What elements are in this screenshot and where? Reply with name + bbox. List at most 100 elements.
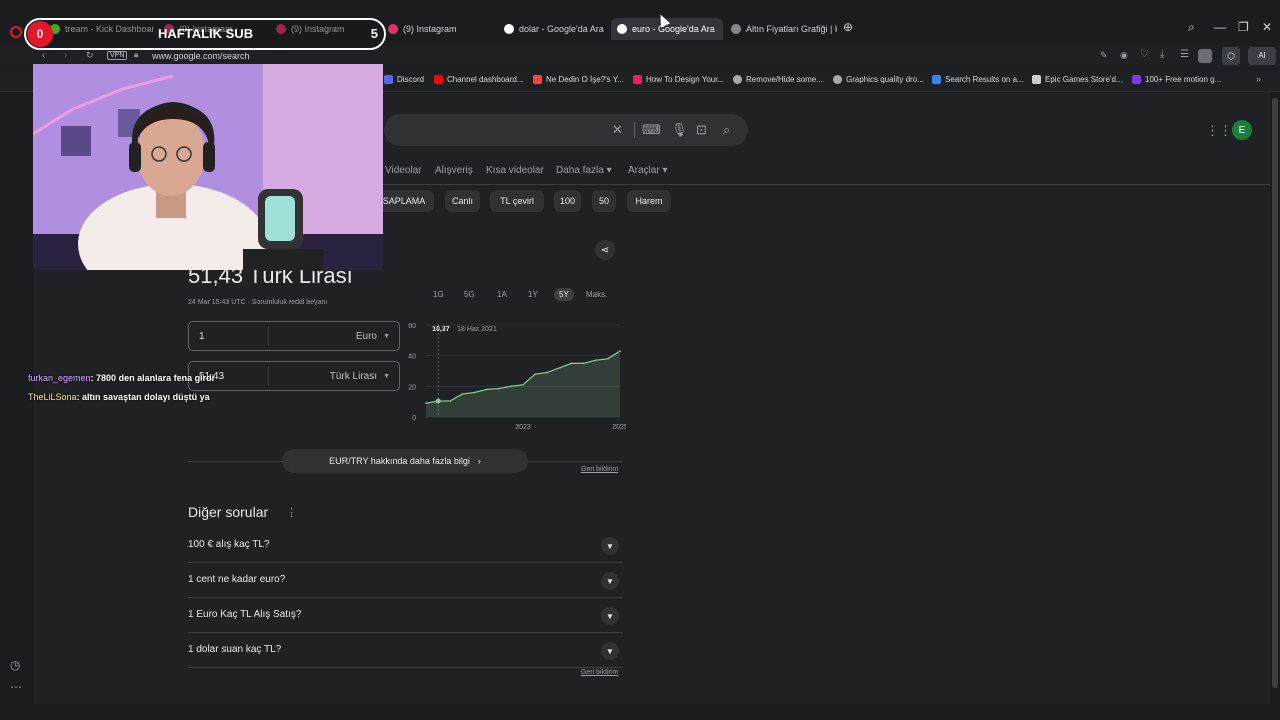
google-icon (617, 24, 627, 34)
chip-canli[interactable]: Canlı (445, 190, 480, 212)
page-scrollbar[interactable] (1270, 92, 1280, 704)
paa-item[interactable]: 100 € alış kaç TL? ▼ (188, 528, 623, 563)
chevron-down-icon: ▼ (601, 572, 619, 590)
range-5y[interactable]: 5Y (554, 288, 574, 301)
lens-icon[interactable]: ⊡ (696, 122, 707, 138)
nav-tools[interactable]: Araçlar ▾ (628, 165, 667, 176)
chevron-right-icon: › (477, 456, 481, 466)
chart-point (546, 371, 549, 374)
chip-harem[interactable]: Harem (627, 190, 671, 212)
site-favicon-icon (731, 24, 741, 34)
chip-tl-cevir[interactable]: TL çevirl (490, 190, 544, 212)
youtube-icon (434, 75, 443, 84)
tab-dolar-search[interactable]: dolar - Google'da Ara (498, 18, 608, 40)
more-icon[interactable]: ⋯ (10, 680, 22, 694)
chart-point (461, 393, 464, 395)
feedback-link[interactable]: Geri bildirim (581, 669, 618, 676)
paa-item[interactable]: 1 Euro Kaç TL Alış Satış? ▼ (188, 598, 623, 633)
range-1m[interactable]: 1A (492, 288, 512, 301)
vpn-badge[interactable]: VPN (107, 51, 128, 60)
reload-icon[interactable]: ↻ (86, 50, 94, 61)
heart-icon[interactable]: ♡ (1140, 49, 1149, 60)
chart-point (534, 373, 536, 375)
sub-goal: 5 (370, 26, 378, 41)
edit-icon[interactable]: ✎ (1100, 50, 1108, 61)
bookmark-free-motion[interactable]: 100+ Free motion g... (1132, 75, 1221, 84)
chart-y-tick-label: 60 (408, 323, 416, 330)
instagram-icon (388, 24, 398, 34)
paa-menu-icon[interactable]: ⋮ (286, 506, 297, 519)
bookmarks-overflow-icon[interactable]: » (1256, 74, 1261, 84)
share-icon[interactable]: ⋖ (595, 240, 615, 260)
paa-item[interactable]: 1 dolar suan kaç TL? ▼ (188, 633, 623, 668)
lock-icon: 🔒︎ (134, 50, 139, 59)
restore-icon[interactable]: ❐ (1238, 20, 1249, 34)
bookmark-graphics-quality[interactable]: Graphics quality dro... (833, 75, 924, 84)
profile-icon[interactable] (1198, 49, 1212, 63)
bookmark-discord[interactable]: Discord (384, 75, 424, 84)
url-field[interactable]: www.google.com/search (152, 51, 250, 61)
microphone-icon[interactable]: 🎙︎ (671, 122, 688, 138)
epic-games-icon (1032, 75, 1041, 84)
chip-50[interactable]: 50 (592, 190, 616, 212)
history-icon[interactable]: ◷ (10, 658, 20, 672)
feedback-link[interactable]: Geri bildirim (581, 466, 618, 473)
paa-item[interactable]: 1 cent ne kadar euro? ▼ (188, 563, 623, 598)
tab-instagram-3[interactable]: (9) Instagram (382, 18, 494, 40)
ai-button[interactable]: AI (1248, 47, 1276, 65)
nav-more[interactable]: Daha fazla ▾ (556, 165, 612, 176)
range-5d[interactable]: 5G (459, 288, 480, 301)
steam-icon (833, 75, 842, 84)
bookmark-search-results[interactable]: Search Results on a... (932, 75, 1024, 84)
to-currency-select[interactable]: Türk Lirası (330, 371, 377, 382)
range-1y[interactable]: 1Y (523, 288, 543, 301)
tab-altin-fiyatlari[interactable]: Altın Fiyatları Grafiği | Han (725, 18, 837, 40)
range-1d[interactable]: 1G (428, 288, 449, 301)
chart-y-tick-label: 20 (408, 384, 416, 391)
bookmark-how-to-design[interactable]: How To Design Your... (633, 75, 724, 84)
menu-icon[interactable]: ☰ (1180, 49, 1189, 60)
clear-search-icon[interactable]: ✕ (612, 122, 623, 138)
forward-icon[interactable]: › (64, 50, 67, 61)
chip-100[interactable]: 100 (554, 190, 581, 212)
search-input[interactable] (384, 114, 748, 146)
bookmark-epic-games[interactable]: Epic Games Store'd... (1032, 75, 1123, 84)
account-avatar[interactable]: E (1232, 120, 1252, 140)
chart-point (619, 350, 621, 352)
close-window-icon[interactable]: ✕ (1262, 20, 1272, 34)
new-tab-icon[interactable]: ⊕ (843, 20, 853, 34)
bookmark-remove-hide[interactable]: Remove/Hide some... (733, 75, 823, 84)
paa-title: Diğer sorular (188, 504, 269, 520)
back-icon[interactable]: ‹ (42, 50, 45, 61)
more-info-button[interactable]: EUR/TRY hakkında daha fazla bilgi › (282, 449, 528, 473)
nav-short-videos[interactable]: Kısa videolar (486, 165, 544, 176)
scroll-thumb[interactable] (1272, 98, 1278, 688)
search-icon[interactable]: ⌕ (723, 122, 730, 138)
from-currency-select[interactable]: Euro (356, 331, 377, 342)
timestamp-disclaimer[interactable]: 24 Mar 15:43 UTC · Sorumluluk reddi beya… (188, 299, 327, 306)
minimize-icon[interactable]: — (1214, 20, 1226, 34)
chat-message: TheLiLSona: altın savaştan dolayı düştü … (28, 392, 210, 402)
eur-try-chart[interactable]: 0 20 40 60 10,37 18 Haz 2021 2023 2025 (400, 317, 626, 437)
chart-y-tick-label: 40 (408, 354, 416, 361)
opera-logo-icon[interactable] (10, 26, 22, 38)
range-max[interactable]: Maks. (581, 288, 612, 301)
bookmark-channel-dashboard[interactable]: Channel dashboard... (434, 75, 524, 84)
steam-icon (733, 75, 742, 84)
nav-shopping[interactable]: Alışveriş (435, 165, 473, 176)
keyboard-icon[interactable]: ⌨ (642, 122, 661, 138)
from-amount-field[interactable]: 1 Euro ▼ (188, 321, 400, 351)
nav-videos[interactable]: Videolar (385, 165, 422, 176)
camera-icon[interactable]: ◉ (1120, 50, 1128, 61)
chart-point (497, 387, 500, 390)
download-icon[interactable]: ⤓ (1160, 49, 1164, 60)
from-amount[interactable]: 1 (199, 331, 205, 342)
to-amount-field[interactable]: 51,43 Türk Lirası ▼ (188, 361, 400, 391)
extension-icon[interactable]: ⬡ (1222, 47, 1240, 65)
chip-saplama[interactable]: SAPLAMA (374, 190, 434, 212)
chart-icon (533, 75, 542, 84)
bookmark-ne-dedin[interactable]: Ne Dedin O İşe?'s Y... (533, 75, 624, 84)
field-divider (268, 367, 269, 385)
tab-search-icon[interactable]: ⌕ (1188, 20, 1195, 35)
chart-point (510, 385, 512, 388)
